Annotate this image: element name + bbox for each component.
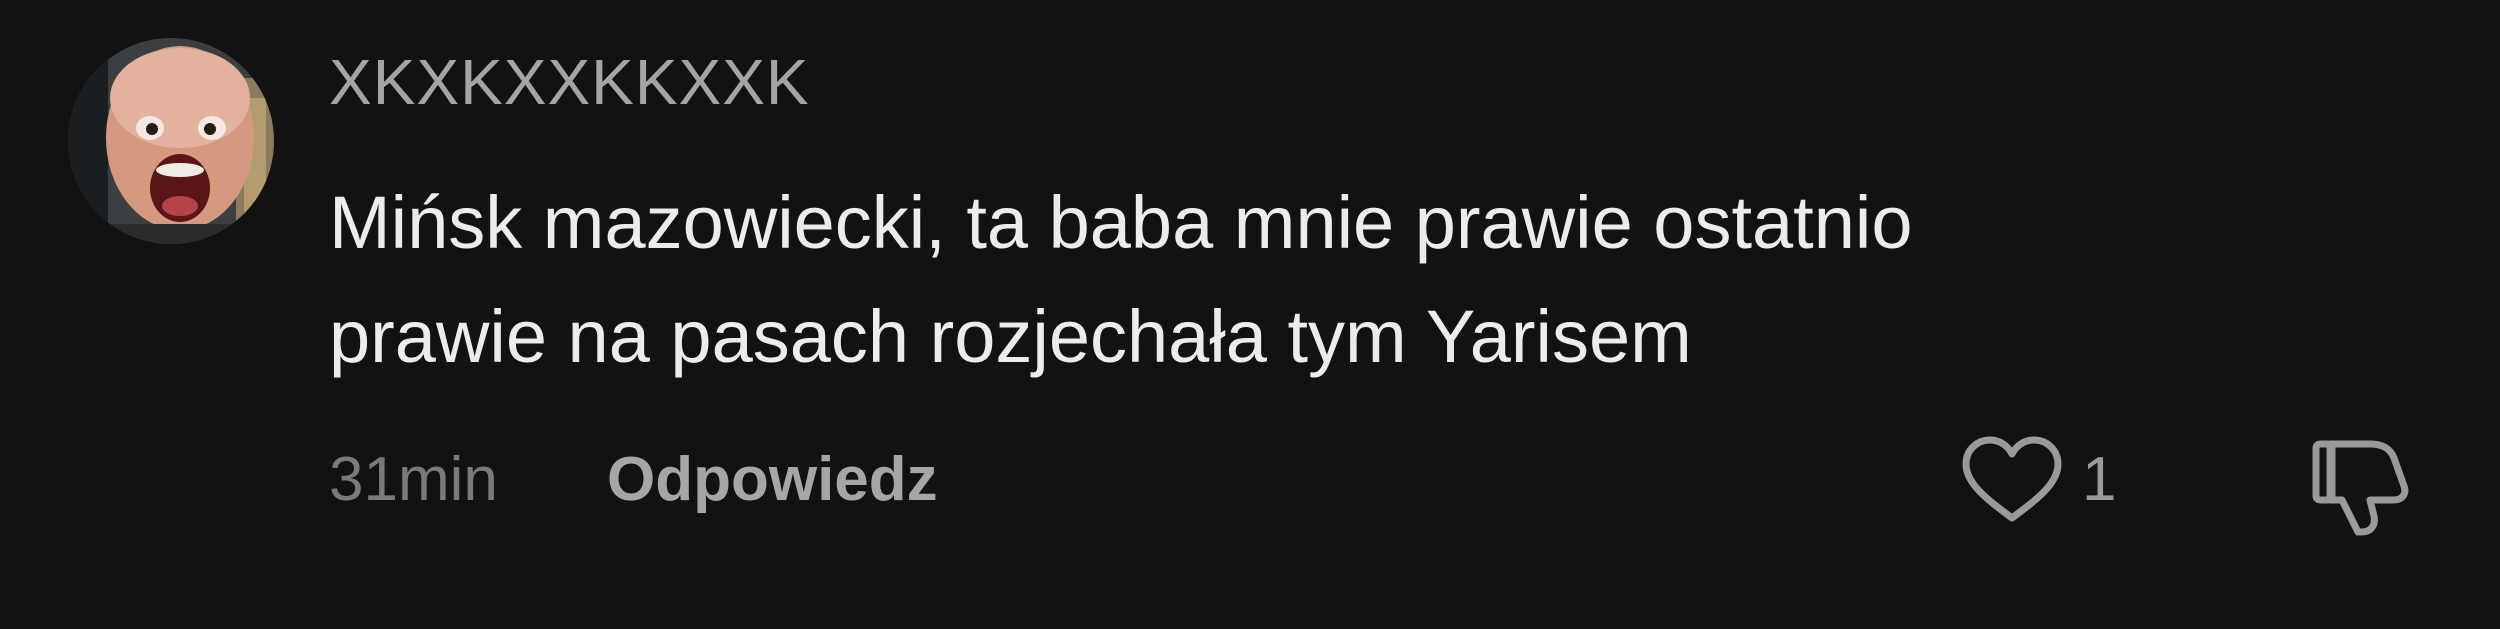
heart-icon [1962, 436, 2062, 522]
like-button[interactable]: 1 [1960, 436, 2117, 522]
comment-timestamp: 31min [329, 445, 498, 514]
thumbs-down-icon [2312, 440, 2409, 536]
comment-username[interactable]: XKXKXXKKXXK [329, 42, 810, 122]
reply-button[interactable]: Odpowiedz [607, 440, 938, 520]
comment-item: XKXKXXKKXXK Mińsk mazowiecki, ta baba mn… [0, 0, 2500, 629]
avatar[interactable] [68, 38, 274, 244]
like-count: 1 [2082, 445, 2117, 514]
comment-text-line: Mińsk mazowiecki, ta baba mnie prawie os… [329, 181, 1913, 264]
comment-text-line: prawie na pasach rozjechała tym Yarisem [329, 295, 1692, 378]
dislike-button[interactable] [2308, 434, 2412, 538]
avatar-image [68, 38, 274, 244]
comment-text: Mińsk mazowiecki, ta baba mnie prawie os… [329, 166, 2329, 394]
